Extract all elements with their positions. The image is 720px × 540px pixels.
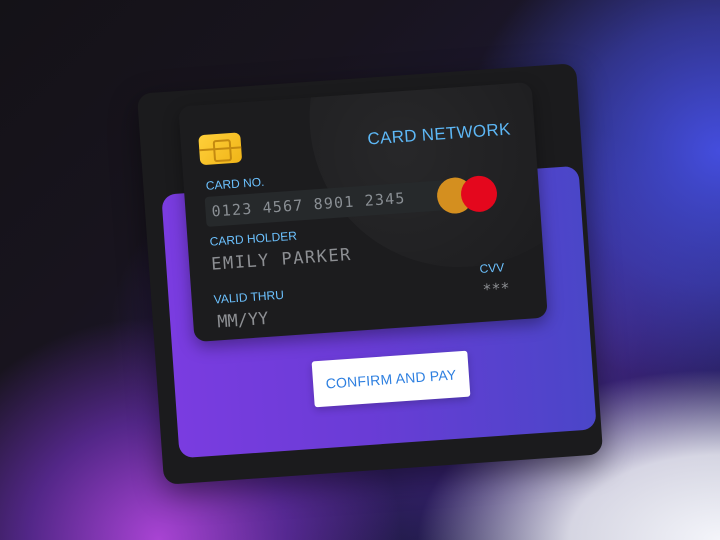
card-holder-label: CARD HOLDER (209, 228, 298, 249)
chip-icon (198, 132, 243, 166)
card-holder-field[interactable]: EMILY PARKER (211, 245, 353, 275)
valid-thru-label: VALID THRU (213, 287, 285, 307)
valid-thru-field[interactable]: MM/YY (217, 309, 269, 333)
card-number-label: CARD NO. (205, 174, 265, 193)
credit-card: CARD NETWORK CARD NO. 0123 4567 8901 234… (178, 81, 548, 343)
card-brand-circles-icon (435, 174, 499, 217)
cvv-label: CVV (479, 260, 505, 276)
cvv-field[interactable]: *** (482, 279, 510, 299)
payment-widget: CARD NETWORK CARD NO. 0123 4567 8901 234… (0, 0, 720, 540)
